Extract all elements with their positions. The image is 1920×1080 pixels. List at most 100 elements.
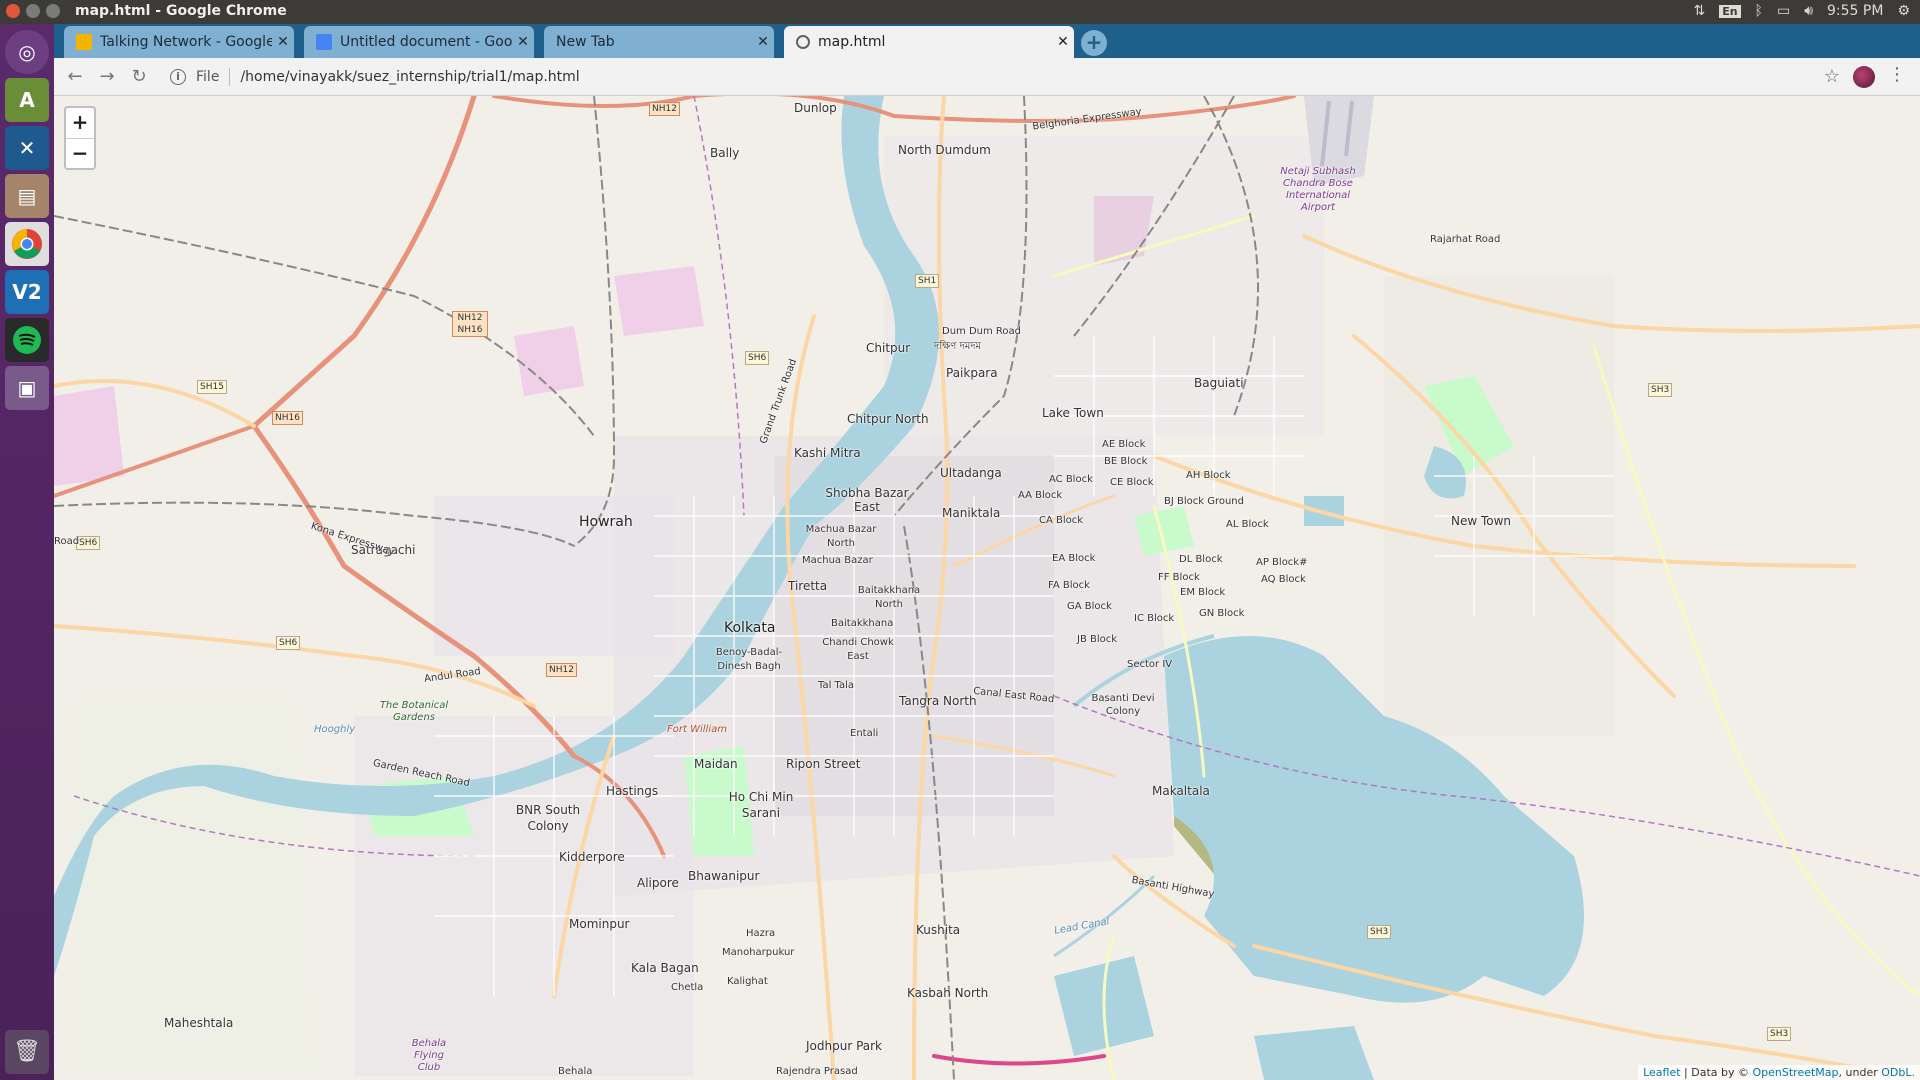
vscode-icon[interactable]: ✕ bbox=[5, 126, 49, 170]
map-label: BJ Block Ground bbox=[1164, 496, 1244, 507]
map-label: GN Block bbox=[1199, 608, 1245, 619]
address-separator bbox=[229, 68, 231, 86]
tab-map-html[interactable]: map.html ✕ bbox=[784, 26, 1074, 58]
map-label: AP Block# bbox=[1256, 557, 1308, 568]
openstreetmap-link[interactable]: OpenStreetMap bbox=[1753, 1066, 1839, 1079]
spotify-icon[interactable] bbox=[5, 318, 49, 362]
network-icon[interactable]: ⇅ bbox=[1693, 3, 1705, 19]
map-label: AA Block bbox=[1018, 490, 1063, 501]
map-label: Manoharpukur bbox=[722, 947, 795, 958]
docs-icon bbox=[316, 34, 332, 50]
new-tab-button[interactable]: + bbox=[1081, 30, 1107, 56]
trash-icon[interactable]: 🗑︎ bbox=[5, 1030, 49, 1074]
maximize-window-button[interactable] bbox=[46, 4, 60, 18]
minimize-window-button[interactable] bbox=[26, 4, 40, 18]
map-label: Maheshtala bbox=[164, 1016, 234, 1030]
ubuntu-dash-icon[interactable]: ◎ bbox=[5, 30, 49, 74]
map-label: Sector IV bbox=[1127, 659, 1173, 670]
zoom-in-button[interactable]: + bbox=[66, 108, 94, 138]
bluetooth-icon[interactable]: ᛒ bbox=[1755, 3, 1763, 19]
map-label: Bally bbox=[710, 146, 740, 160]
map-label: Paikpara bbox=[946, 366, 998, 380]
battery-icon[interactable]: ▭ bbox=[1777, 3, 1790, 19]
map-label: Ultadanga bbox=[940, 466, 1002, 480]
window-title: map.html - Google Chrome bbox=[75, 3, 287, 19]
zoom-out-button[interactable]: − bbox=[66, 138, 94, 168]
reload-icon[interactable]: ↻ bbox=[128, 66, 150, 88]
close-icon[interactable]: ✕ bbox=[512, 34, 534, 50]
map-label: Bhawanipur bbox=[688, 869, 760, 883]
map-label: Hazra bbox=[746, 928, 776, 939]
map-label: Benoy-Badal-Dinesh Bagh bbox=[715, 647, 783, 672]
leaflet-link[interactable]: Leaflet bbox=[1643, 1066, 1680, 1079]
map-label: Fort William bbox=[667, 724, 727, 735]
kebab-menu-icon[interactable]: ⋮ bbox=[1888, 64, 1906, 85]
map-label: Baitakkhana bbox=[831, 618, 894, 629]
map-label: AH Block bbox=[1186, 470, 1231, 481]
bookmark-star-icon[interactable]: ☆ bbox=[1824, 66, 1840, 87]
map-label: Behala bbox=[558, 1066, 593, 1077]
map-label: Alipore bbox=[637, 876, 679, 890]
address-bar[interactable]: i File /home/vinayakk/suez_internship/tr… bbox=[170, 63, 1850, 91]
map-label: Kala Bagan bbox=[631, 961, 699, 975]
map-label: EA Block bbox=[1052, 553, 1096, 564]
map-label: CE Block bbox=[1110, 477, 1154, 488]
map-label: CA Block bbox=[1039, 515, 1084, 526]
chrome-icon[interactable] bbox=[5, 222, 49, 266]
map-label: FF Block bbox=[1158, 572, 1200, 583]
keyboard-language-indicator[interactable]: En bbox=[1719, 4, 1741, 18]
tab-talking-network[interactable]: Talking Network - Google ✕ bbox=[64, 26, 294, 58]
map-label: Maidan bbox=[694, 757, 738, 771]
map-label: Baguiati bbox=[1194, 376, 1244, 390]
slides-icon bbox=[76, 34, 92, 50]
highway-shield: SH3 bbox=[1648, 383, 1673, 397]
back-arrow-icon[interactable]: ← bbox=[64, 66, 86, 88]
files-icon[interactable]: ▤ bbox=[5, 174, 49, 218]
attribution-text: , under bbox=[1838, 1066, 1878, 1079]
attribution-text: | Data by © bbox=[1684, 1066, 1749, 1079]
address-url[interactable]: /home/vinayakk/suez_internship/trial1/ma… bbox=[240, 69, 579, 85]
map-label: Entali bbox=[850, 728, 879, 739]
map-label: DL Block bbox=[1179, 554, 1223, 565]
map-label: Jodhpur Park bbox=[806, 1039, 883, 1053]
highway-shield: SH3 bbox=[1767, 1027, 1792, 1041]
tab-label: New Tab bbox=[556, 34, 615, 50]
vnc-viewer-icon[interactable]: V2 bbox=[5, 270, 49, 314]
workspace-switcher-icon[interactable]: ▣ bbox=[5, 366, 49, 410]
globe-icon bbox=[796, 35, 810, 49]
map-label: FA Block bbox=[1048, 580, 1090, 591]
map-label: Baitakkhana North bbox=[857, 585, 921, 610]
map-label: দক্ষিণ দমদম bbox=[934, 341, 982, 352]
map-label: Tiretta bbox=[788, 579, 828, 593]
profile-avatar[interactable] bbox=[1853, 66, 1875, 88]
map-label: GA Block bbox=[1067, 601, 1112, 612]
system-tray: ⇅ En ᛒ ▭ 🔊︎ 9:55 PM ⚙ bbox=[1693, 3, 1910, 19]
map-label: JB Block bbox=[1077, 634, 1118, 645]
map-label: Maniktala bbox=[942, 506, 1001, 520]
map-label: BE Block bbox=[1104, 456, 1148, 467]
close-icon[interactable]: ✕ bbox=[1052, 34, 1074, 50]
tab-untitled-document[interactable]: Untitled document - Goog ✕ bbox=[304, 26, 534, 58]
map-label: Shobha Bazar East bbox=[825, 486, 909, 514]
tab-strip: Talking Network - Google ✕ Untitled docu… bbox=[54, 24, 1920, 58]
map-label: The Botanical Gardens bbox=[379, 700, 449, 723]
gear-icon[interactable]: ⚙ bbox=[1897, 3, 1910, 19]
tab-new-tab[interactable]: New Tab ✕ bbox=[544, 26, 774, 58]
map-label: Kashi Mitra bbox=[794, 446, 861, 460]
close-icon[interactable]: ✕ bbox=[272, 34, 294, 50]
map-label: Behala Flying Club bbox=[411, 1038, 447, 1073]
odbl-link[interactable]: ODbL. bbox=[1881, 1066, 1915, 1079]
close-window-button[interactable] bbox=[6, 4, 20, 18]
map-view[interactable]: Dunlop Bally North Dumdum Netaji Subhash… bbox=[54, 96, 1920, 1080]
forward-arrow-icon[interactable]: → bbox=[96, 66, 118, 88]
map-label: Machua Bazar bbox=[802, 555, 873, 566]
map-label: Tal Tala bbox=[818, 680, 855, 691]
highway-shield: NH12 bbox=[649, 102, 680, 116]
volume-icon[interactable]: 🔊︎ bbox=[1804, 3, 1813, 19]
map-label: Ripon Street bbox=[786, 757, 861, 771]
android-studio-icon[interactable]: A bbox=[5, 78, 49, 122]
clock[interactable]: 9:55 PM bbox=[1827, 3, 1883, 19]
close-icon[interactable]: ✕ bbox=[752, 34, 774, 50]
info-icon[interactable]: i bbox=[170, 69, 186, 85]
map-label: AE Block bbox=[1102, 439, 1146, 450]
